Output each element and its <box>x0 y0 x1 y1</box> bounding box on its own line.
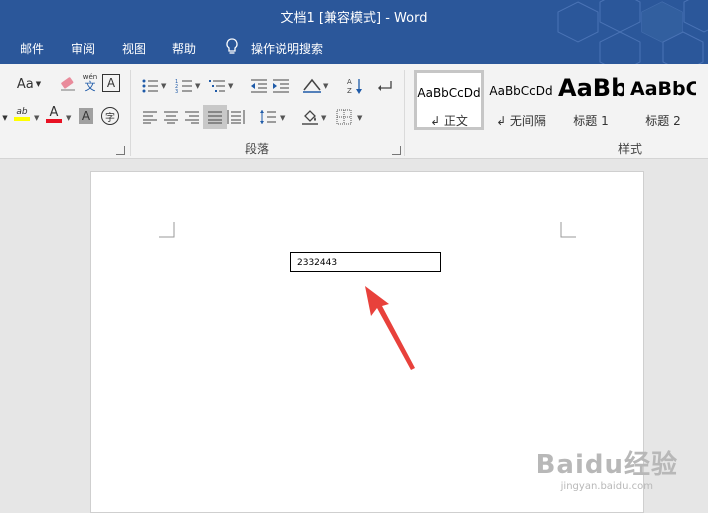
show-hide-marks-icon[interactable] <box>376 76 396 96</box>
align-left-icon[interactable] <box>140 107 160 127</box>
align-right-icon[interactable] <box>182 107 202 127</box>
style-sample: AaBbCcDd <box>417 86 481 100</box>
chevron-down-icon[interactable]: ▼ <box>161 82 166 90</box>
watermark: Baidu经验 jingyan.baidu.com <box>536 444 678 492</box>
svg-text:3: 3 <box>175 89 178 94</box>
font-dialog-launcher[interactable] <box>116 146 125 155</box>
highlight-swatch <box>14 117 30 121</box>
chevron-down-icon[interactable]: ▼ <box>195 82 200 90</box>
style-name: ↲ 无间隔 <box>496 114 546 128</box>
paragraph-dialog-launcher[interactable] <box>392 146 401 155</box>
align-center-icon[interactable] <box>161 107 181 127</box>
tab-review[interactable]: 审阅 <box>71 40 95 57</box>
sort-icon[interactable]: AZ <box>345 76 365 96</box>
watermark-brand: Baidu经验 <box>535 450 678 480</box>
style-no-spacing[interactable]: AaBbCcDd ↲ 无间隔 <box>486 70 556 130</box>
distributed-icon[interactable] <box>226 107 246 127</box>
style-heading-1[interactable]: AaBb 标题 1 <box>558 70 624 130</box>
style-name: 标题 2 <box>645 114 681 128</box>
chevron-down-icon[interactable]: ▼ <box>280 114 285 122</box>
highlight-text: ab <box>16 107 28 117</box>
watermark-url: jingyan.baidu.com <box>560 481 653 492</box>
justify-icon[interactable] <box>203 105 227 129</box>
character-border-button[interactable]: A <box>102 74 120 92</box>
svg-text:A: A <box>347 78 352 86</box>
group-separator <box>404 70 405 156</box>
style-heading-2[interactable]: AaBbC 标题 2 <box>630 70 696 130</box>
style-name: 标题 1 <box>573 114 609 128</box>
phonetic-guide-button[interactable]: wén 文 <box>80 72 100 92</box>
margin-corner-top-right <box>560 222 576 238</box>
lightbulb-icon[interactable] <box>225 38 239 59</box>
line-spacing-icon[interactable] <box>258 107 278 127</box>
svg-text:Z: Z <box>347 87 352 95</box>
style-sample: AaBbC <box>630 78 696 100</box>
style-sample: AaBbCcDd <box>489 84 553 98</box>
chevron-down-icon[interactable]: ▼ <box>66 114 71 122</box>
paragraph-group-label: 段落 <box>245 142 270 156</box>
chevron-down-icon[interactable]: ▼ <box>228 82 233 90</box>
chevron-down-icon[interactable]: ▼ <box>357 114 362 122</box>
style-name: ↲ 正文 <box>430 114 468 128</box>
phonetic-guide-char: 文 <box>84 80 96 93</box>
change-case-label: Aa <box>16 76 34 92</box>
style-sample: AaBb <box>558 74 624 102</box>
hexagon-decoration <box>557 0 708 64</box>
clear-formatting-icon[interactable] <box>58 74 78 94</box>
chinese-layout-icon[interactable] <box>302 76 322 96</box>
text-effects-dropdown[interactable]: ▼ <box>0 108 10 128</box>
borders-icon[interactable] <box>334 107 354 127</box>
tab-view[interactable]: 视图 <box>122 40 146 57</box>
chevron-down-icon[interactable]: ▼ <box>34 114 39 122</box>
tab-help[interactable]: 帮助 <box>172 40 196 57</box>
enclosed-characters-button[interactable]: 字 <box>101 107 119 125</box>
margin-corner-top-left <box>159 222 175 238</box>
style-normal[interactable]: AaBbCcDd ↲ 正文 <box>414 70 484 130</box>
tell-me-search[interactable]: 操作说明搜索 <box>251 40 323 57</box>
decrease-indent-icon[interactable] <box>249 76 269 96</box>
tab-mailings[interactable]: 邮件 <box>20 40 44 57</box>
character-shading-button[interactable]: A <box>79 108 93 124</box>
annotation-arrow <box>365 286 415 370</box>
styles-group-label: 样式 <box>618 142 643 156</box>
ribbon: Aa ▼ wén 文 A ▼ ab ▼ A ▼ A 字 ▼ 123 ▼ ▼ ▼ A… <box>0 64 708 159</box>
increase-indent-icon[interactable] <box>271 76 291 96</box>
font-color-label: A <box>49 104 59 120</box>
multilevel-list-icon[interactable] <box>207 76 227 96</box>
chevron-down-icon[interactable]: ▼ <box>321 114 326 122</box>
change-case-button[interactable]: Aa ▼ <box>14 74 44 94</box>
group-separator <box>130 70 131 156</box>
text-field[interactable]: 2332443 <box>290 252 441 272</box>
bullets-icon[interactable] <box>140 76 160 96</box>
shading-icon[interactable] <box>300 107 320 127</box>
numbering-icon[interactable]: 123 <box>174 76 194 96</box>
highlight-color-button[interactable]: ab <box>12 104 32 124</box>
font-color-swatch <box>46 118 62 123</box>
chevron-down-icon[interactable]: ▼ <box>323 82 328 90</box>
font-color-button[interactable]: A <box>44 104 64 124</box>
